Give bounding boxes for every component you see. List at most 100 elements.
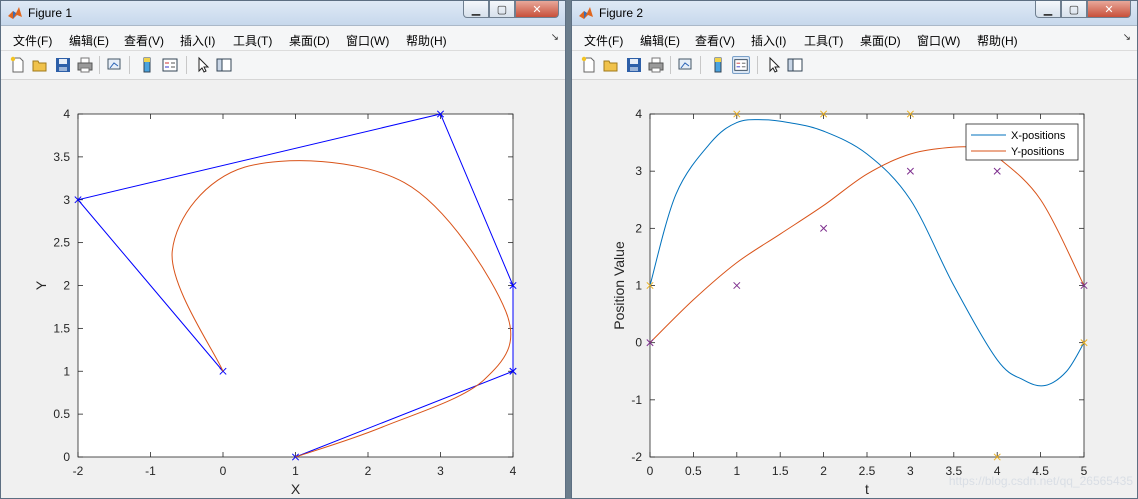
dock-arrow-icon[interactable]: ↘ <box>1123 32 1131 43</box>
x-tick-label: 1 <box>733 464 740 478</box>
x-tick-label: -1 <box>145 464 156 478</box>
y-tick-label: 1 <box>635 279 642 293</box>
figure-1-window: Figure 1 ▁ ▢ ✕ 文件(F) 编辑(E) 查看(V) 插入(I) 工… <box>0 0 566 499</box>
x-tick-label: 1.5 <box>772 464 789 478</box>
x-tick-label: 3 <box>437 464 444 478</box>
menu-desktop[interactable]: 桌面(D) <box>860 32 901 49</box>
y-tick-label: 3 <box>63 193 70 207</box>
y-tick-label: -2 <box>631 450 642 464</box>
maximize-icon: ▢ <box>1068 3 1080 16</box>
matlab-logo-icon <box>579 7 593 19</box>
minimize-icon: ▁ <box>471 3 481 16</box>
x-tick-label: 0 <box>647 464 654 478</box>
x-tick-label: -2 <box>73 464 84 478</box>
y-tick-label: 3.5 <box>53 150 70 164</box>
window-title: Figure 1 <box>28 6 73 20</box>
print-icon[interactable] <box>76 56 94 74</box>
x-tick-label: 3 <box>907 464 914 478</box>
menu-insert[interactable]: 插入(I) <box>751 32 786 49</box>
menu-desktop[interactable]: 桌面(D) <box>289 32 330 49</box>
property-inspector-icon[interactable] <box>786 56 804 74</box>
menu-help[interactable]: 帮助(H) <box>406 32 447 49</box>
maximize-button[interactable]: ▢ <box>1061 1 1087 18</box>
property-inspector-icon[interactable] <box>215 56 233 74</box>
new-figure-icon[interactable] <box>9 56 27 74</box>
legend-y-positions-label: Y-positions <box>1011 146 1065 158</box>
figure-1-axes-box <box>77 113 514 458</box>
colorbar-icon[interactable] <box>709 56 727 74</box>
colorbar-icon[interactable] <box>138 56 156 74</box>
menu-bar: 文件(F) 编辑(E) 查看(V) 插入(I) 工具(T) 桌面(D) 窗口(W… <box>1 26 565 51</box>
close-icon: ✕ <box>1104 3 1114 16</box>
menu-view[interactable]: 查看(V) <box>124 32 164 49</box>
menu-file[interactable]: 文件(F) <box>584 32 623 49</box>
new-figure-icon[interactable] <box>580 56 598 74</box>
x-tick-label: 4 <box>510 464 517 478</box>
menu-window[interactable]: 窗口(W) <box>346 32 389 49</box>
toolbar-separator <box>700 56 701 74</box>
menu-window[interactable]: 窗口(W) <box>917 32 960 49</box>
link-plot-icon[interactable] <box>106 56 124 74</box>
x-tick-label: 2 <box>365 464 372 478</box>
y-axis-label: Y <box>33 280 49 290</box>
x-axis-label: X <box>291 481 301 497</box>
menu-tools[interactable]: 工具(T) <box>804 32 843 49</box>
close-icon: ✕ <box>532 3 542 16</box>
menu-edit[interactable]: 编辑(E) <box>69 32 109 49</box>
print-icon[interactable] <box>647 56 665 74</box>
open-file-icon[interactable] <box>602 56 620 74</box>
figure-1-plot[interactable]: -2 -1 0 1 2 3 4 0 0.5 1 1.5 2 2.5 3 3.5 4 X Y <box>1 79 566 499</box>
menu-help[interactable]: 帮助(H) <box>977 32 1018 49</box>
x-tick-label: 2 <box>820 464 827 478</box>
minimize-icon: ▁ <box>1043 3 1053 16</box>
watermark: https://blog.csdn.net/qq_26565435 <box>948 474 1133 488</box>
toolbar-separator <box>757 56 758 74</box>
save-icon[interactable] <box>625 56 643 74</box>
menu-view[interactable]: 查看(V) <box>695 32 735 49</box>
maximize-icon: ▢ <box>496 3 508 16</box>
legend-x-positions-label: X-positions <box>1011 130 1066 142</box>
menu-edit[interactable]: 编辑(E) <box>640 32 680 49</box>
toolbar-separator <box>129 56 130 74</box>
title-bar[interactable]: Figure 2 ▁ ▢ ✕ <box>572 1 1137 26</box>
x-tick-label: 0 <box>220 464 227 478</box>
y-tick-label: 2 <box>63 279 70 293</box>
y-tick-label: 1.5 <box>53 321 70 335</box>
dock-arrow-icon[interactable]: ↘ <box>551 32 559 43</box>
legend-icon[interactable] <box>161 56 179 74</box>
toolbar <box>572 51 1137 80</box>
menu-file[interactable]: 文件(F) <box>13 32 52 49</box>
figure-2-axes-box <box>649 113 1085 458</box>
title-bar[interactable]: Figure 1 ▁ ▢ ✕ <box>1 1 565 26</box>
matlab-logo-icon <box>8 7 22 19</box>
open-file-icon[interactable] <box>31 56 49 74</box>
minimize-button[interactable]: ▁ <box>1035 1 1061 18</box>
toolbar-separator <box>670 56 671 74</box>
x-axis-label: t <box>865 481 869 497</box>
save-icon[interactable] <box>54 56 72 74</box>
x-tick-label: 0.5 <box>685 464 702 478</box>
y-tick-label: 2 <box>635 221 642 235</box>
edit-plot-icon[interactable] <box>194 56 212 74</box>
menu-tools[interactable]: 工具(T) <box>233 32 272 49</box>
toolbar-separator <box>99 56 100 74</box>
minimize-button[interactable]: ▁ <box>463 1 489 18</box>
link-plot-icon[interactable] <box>677 56 695 74</box>
y-tick-label: 4 <box>63 107 70 121</box>
legend-icon[interactable] <box>732 56 750 74</box>
menu-insert[interactable]: 插入(I) <box>180 32 215 49</box>
y-tick-label: 0 <box>63 450 70 464</box>
edit-plot-icon[interactable] <box>765 56 783 74</box>
y-tick-label: 0.5 <box>53 407 70 421</box>
figure-2-plot[interactable]: 0 0.5 1 1.5 2 2.5 3 3.5 4 4.5 5-2-101234tPosition … <box>572 79 1138 499</box>
toolbar <box>1 51 565 80</box>
x-tick-label: 2.5 <box>859 464 876 478</box>
y-axis-label: Position Value <box>611 241 627 330</box>
y-tick-label: 3 <box>635 164 642 178</box>
close-button[interactable]: ✕ <box>1087 1 1131 18</box>
close-button[interactable]: ✕ <box>515 1 559 18</box>
maximize-button[interactable]: ▢ <box>489 1 515 18</box>
legend: X-positions Y-positions <box>965 123 1079 161</box>
y-tick-label: -1 <box>631 393 642 407</box>
x-tick-label: 1 <box>292 464 299 478</box>
